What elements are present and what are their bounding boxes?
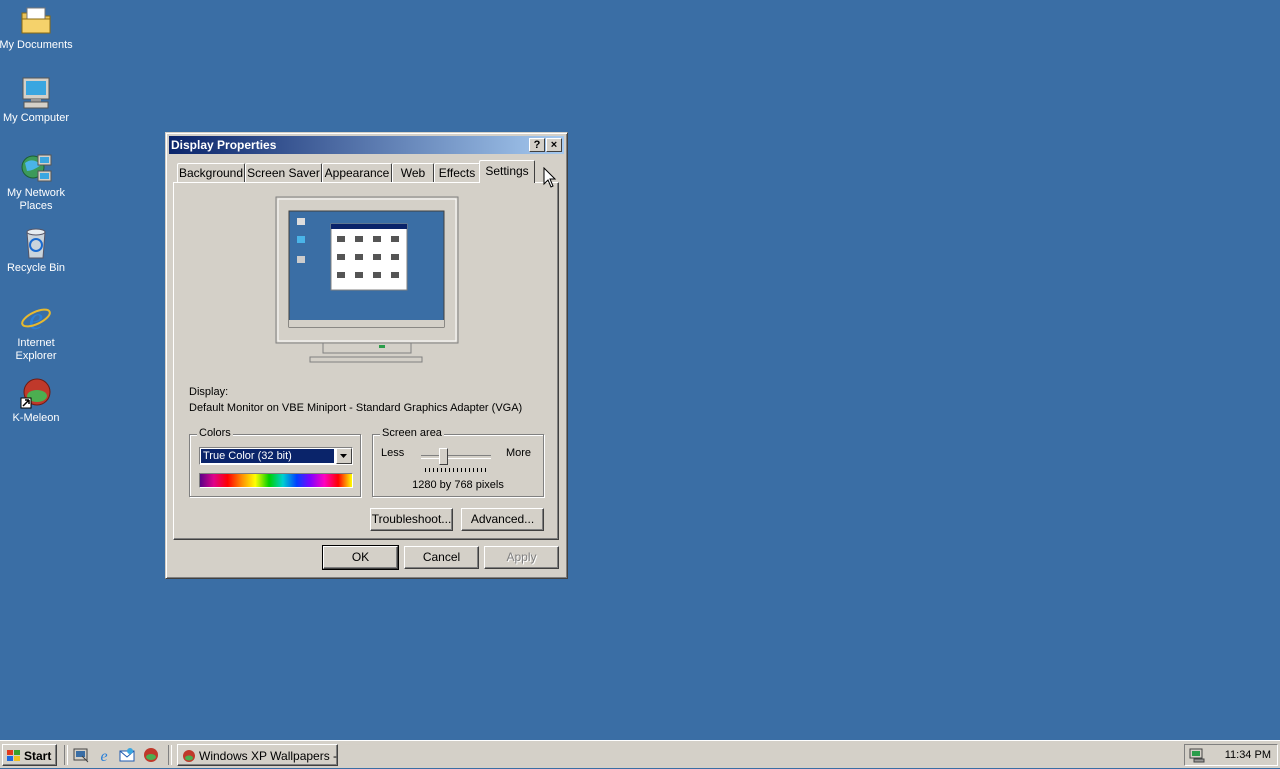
display-settings-tray-icon[interactable]	[1189, 747, 1207, 763]
desktop-icon-label: My Computer	[2, 112, 70, 124]
window-title: Display Properties	[171, 138, 277, 152]
troubleshoot-button[interactable]: Troubleshoot...	[370, 508, 453, 531]
desktop-icon-label: My Documents	[0, 39, 73, 51]
colors-select-value: True Color (32 bit)	[201, 449, 334, 463]
desktop-icon-internet-explorer[interactable]: e Internet Explorer	[0, 300, 74, 363]
desktop-icon-label: My Network Places	[6, 187, 66, 212]
apply-button[interactable]: Apply	[484, 546, 559, 569]
k-meleon-icon	[182, 749, 196, 763]
desktop-icon-label: K-Meleon	[12, 412, 60, 424]
recycle-bin-icon	[19, 226, 53, 260]
taskbar-separator	[168, 745, 172, 765]
taskbar-button-wallpapers[interactable]: Windows XP Wallpapers - ...	[177, 744, 338, 766]
clock[interactable]: 11:34 PM	[1225, 745, 1271, 765]
screen-area-value: 1280 by 768 pixels	[412, 479, 504, 491]
windows-logo-icon	[6, 749, 22, 763]
help-button[interactable]: ?	[529, 138, 545, 152]
desktop-icon-my-network-places[interactable]: My Network Places	[0, 151, 74, 213]
color-spectrum-bar	[199, 473, 353, 488]
svg-text:e: e	[29, 301, 43, 335]
tab-effects[interactable]: Effects	[434, 163, 480, 182]
start-button[interactable]: Start	[2, 744, 57, 766]
desktop-icon-my-computer[interactable]: My Computer	[0, 76, 74, 125]
tab-background[interactable]: Background	[177, 163, 245, 182]
colors-select[interactable]: True Color (32 bit)	[199, 447, 353, 465]
k-meleon-icon[interactable]	[143, 747, 159, 763]
tab-screen-saver[interactable]: Screen Saver	[245, 163, 322, 182]
screen-area-slider-ticks	[425, 468, 487, 472]
k-meleon-icon	[19, 376, 53, 410]
computer-icon	[19, 76, 53, 110]
ok-button[interactable]: OK	[322, 545, 399, 570]
network-places-icon	[19, 151, 53, 185]
chevron-down-icon[interactable]	[336, 448, 352, 464]
tab-settings[interactable]: Settings	[479, 160, 535, 183]
display-value: Default Monitor on VBE Miniport - Standa…	[189, 402, 523, 414]
display-label: Display:	[189, 386, 229, 398]
tab-web[interactable]: Web	[392, 163, 434, 182]
outlook-express-icon[interactable]	[119, 747, 135, 763]
taskbar-button-label: Windows XP Wallpapers - ...	[199, 748, 338, 763]
start-label: Start	[24, 748, 52, 763]
screen-area-slider-track	[421, 455, 491, 459]
internet-explorer-icon: e	[19, 300, 53, 336]
title-bar[interactable]: Display Properties ? ×	[169, 136, 564, 154]
mouse-cursor-icon	[543, 166, 557, 189]
show-desktop-icon[interactable]	[73, 747, 89, 763]
colors-group: Colors True Color (32 bit)	[189, 427, 361, 497]
internet-explorer-icon[interactable]: e	[96, 747, 112, 765]
settings-panel: Display: Default Monitor on VBE Miniport…	[173, 182, 559, 540]
screen-area-more: More	[505, 447, 531, 459]
svg-text:e: e	[100, 748, 107, 763]
taskbar: Start e Windows XP Wallpapers - ... 11:3…	[0, 740, 1280, 768]
folder-documents-icon	[19, 3, 53, 37]
colors-group-label: Colors	[197, 427, 233, 439]
close-button[interactable]: ×	[546, 138, 562, 152]
desktop-icon-label: Internet Explorer	[15, 337, 57, 362]
desktop-icon-recycle-bin[interactable]: Recycle Bin	[0, 226, 74, 275]
advanced-button[interactable]: Advanced...	[461, 508, 544, 531]
desktop-icon-k-meleon[interactable]: K-Meleon	[0, 376, 74, 425]
desktop-icon-my-documents[interactable]: My Documents	[0, 3, 74, 52]
screen-area-slider-thumb[interactable]	[439, 448, 449, 465]
monitor-preview	[275, 196, 459, 366]
screen-area-group: Screen area Less More 1280 by 768 pixels	[372, 427, 544, 497]
taskbar-separator	[64, 745, 68, 765]
cancel-button[interactable]: Cancel	[404, 546, 479, 569]
desktop-icon-label: Recycle Bin	[6, 262, 66, 274]
system-tray: 11:34 PM	[1184, 744, 1278, 766]
tab-appearance[interactable]: Appearance	[322, 163, 392, 182]
screen-area-less: Less	[381, 447, 405, 459]
screen-area-group-label: Screen area	[380, 427, 444, 439]
